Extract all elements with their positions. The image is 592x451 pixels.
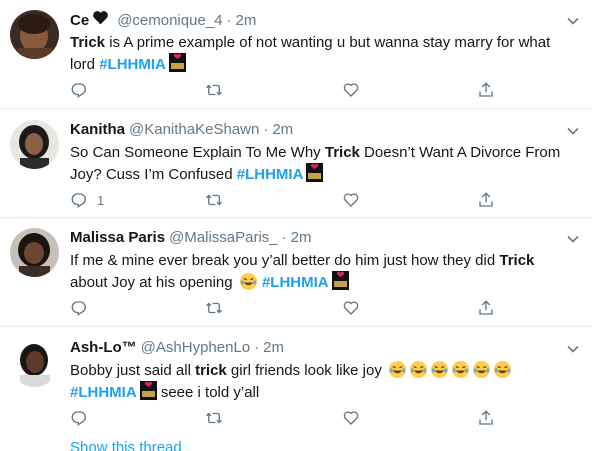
laughing-emoji-icon [239, 272, 257, 291]
reply-count: 1 [97, 192, 105, 208]
share-icon [479, 82, 493, 97]
tweet-text-part: Bobby just said all [70, 362, 196, 379]
separator-dot: · [281, 229, 287, 246]
tweet-text-part: If me & mine ever break you y’all better… [70, 252, 500, 269]
tweet-text-bold: trick [195, 362, 227, 379]
reply-icon [71, 301, 86, 317]
tweet-text-part: seee i told y’all [156, 384, 260, 401]
share-icon [479, 192, 493, 207]
lhh-badge-icon [331, 271, 349, 290]
tweet-text-part: Joy? Cuss I’m Confused [70, 166, 237, 183]
tweet-text: Bobby just said all trick girl friends l… [70, 360, 575, 403]
chevron-down-icon[interactable] [566, 342, 580, 356]
reply-button[interactable]: 1 [70, 190, 104, 210]
user-handle[interactable]: @KanithaKeShawn [129, 120, 259, 140]
tweet-text-bold: Trick [324, 144, 360, 161]
reply-button[interactable] [70, 298, 97, 318]
retweet-icon [206, 412, 222, 424]
avatar[interactable] [10, 338, 59, 387]
user-handle[interactable]: @AshHyphenLo [141, 338, 250, 358]
share-icon [479, 300, 493, 315]
tweet-2[interactable]: Kanitha @KanithaKeShawn · 2m So Can Some… [0, 109, 592, 218]
chevron-down-icon[interactable] [566, 14, 580, 28]
tweet-text: Trick is A prime example of not wanting … [70, 32, 575, 75]
retweet-icon [206, 84, 222, 96]
tweet-3[interactable]: Malissa Paris @MalissaParis_ · 2m If me … [0, 218, 592, 327]
show-thread-link[interactable]: Show this thread [70, 439, 182, 451]
like-icon [343, 301, 359, 315]
tweet-text-part: about Joy at his opening [70, 274, 237, 291]
separator-dot: · [226, 11, 232, 29]
tweet-text: So Can Someone Explain To Me Why Trick D… [70, 142, 575, 185]
retweet-button[interactable] [205, 298, 223, 318]
display-name[interactable]: Ash-Lo™ [70, 338, 137, 358]
laughing-emoji-icon [472, 360, 491, 379]
tweet-text: If me & mine ever break you y’all better… [70, 250, 575, 293]
tweet-text-part: So Can Someone Explain To Me Why [70, 144, 325, 161]
reply-icon [71, 83, 86, 99]
laughing-emoji-icon [388, 360, 407, 379]
tweet-text-bold: Trick [70, 34, 106, 51]
like-icon [343, 83, 359, 97]
user-handle[interactable]: @cemonique_4 [117, 11, 222, 31]
black-heart-icon [92, 10, 109, 31]
like-button[interactable] [342, 190, 360, 210]
hashtag-link[interactable]: #LHHMIA [99, 56, 166, 73]
timestamp[interactable]: 2m [272, 120, 293, 140]
avatar[interactable] [10, 10, 59, 59]
laughing-emoji-icon [493, 360, 512, 379]
reply-icon [71, 411, 86, 427]
retweet-icon [206, 194, 222, 206]
avatar[interactable] [10, 120, 59, 169]
timestamp[interactable]: 2m [235, 11, 256, 31]
share-button[interactable] [477, 190, 495, 210]
share-button[interactable] [477, 408, 495, 428]
hashtag-link[interactable]: #LHHMIA [70, 384, 137, 401]
laughing-emoji-icon [430, 360, 449, 379]
like-icon [343, 411, 359, 425]
reply-button[interactable] [70, 80, 97, 100]
like-icon [343, 193, 359, 207]
hashtag-link[interactable]: #LHHMIA [237, 166, 304, 183]
separator-dot: · [254, 339, 260, 356]
display-name[interactable]: Kanitha [70, 120, 125, 140]
reply-icon [71, 193, 86, 209]
like-button[interactable] [342, 80, 360, 100]
avatar[interactable] [10, 228, 59, 277]
tweet-4[interactable]: Ash-Lo™ @AshHyphenLo · 2m Bobby just sai… [0, 327, 592, 451]
display-name[interactable]: Ce [70, 11, 89, 31]
user-handle[interactable]: @MalissaParis_ [169, 228, 278, 248]
separator-dot: · [263, 121, 269, 138]
share-button[interactable] [477, 298, 495, 318]
tweet-1[interactable]: Ce @cemonique_4 · 2m Trick is A prime ex… [0, 0, 592, 109]
retweet-button[interactable] [205, 80, 223, 100]
tweet-text-part: Doesn’t Want A Divorce From [359, 144, 561, 161]
timestamp[interactable]: 2m [263, 338, 284, 358]
hashtag-link[interactable]: #LHHMIA [262, 274, 329, 291]
retweet-button[interactable] [205, 408, 223, 428]
tweet-text-part: girl friends look like joy [226, 362, 386, 379]
lhh-badge-icon [168, 53, 186, 72]
lhh-badge-icon [139, 381, 157, 400]
like-button[interactable] [342, 298, 360, 318]
reply-button[interactable] [70, 408, 97, 428]
laughing-emoji-icon [409, 360, 428, 379]
chevron-down-icon[interactable] [566, 232, 580, 246]
lhh-badge-icon [306, 163, 324, 182]
retweet-icon [206, 302, 222, 314]
chevron-down-icon[interactable] [566, 124, 580, 138]
retweet-button[interactable] [205, 190, 223, 210]
share-button[interactable] [477, 80, 495, 100]
tweet-text-bold: Trick [499, 252, 535, 269]
share-icon [479, 410, 493, 425]
laughing-emoji-icon [451, 360, 470, 379]
timestamp[interactable]: 2m [291, 228, 312, 248]
like-button[interactable] [342, 408, 360, 428]
display-name[interactable]: Malissa Paris [70, 228, 165, 248]
